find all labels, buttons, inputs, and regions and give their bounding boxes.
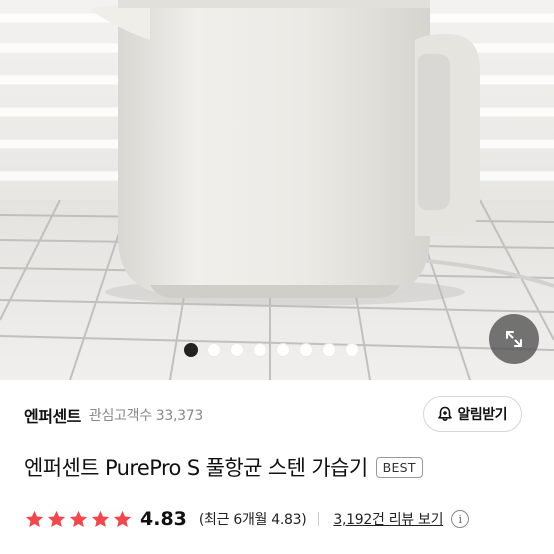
alarm-button[interactable]: 알림받기	[423, 396, 522, 432]
star-icon	[113, 510, 132, 527]
reviews-link[interactable]: 3,192건 리뷰 보기	[333, 509, 443, 529]
alarm-button-label: 알림받기	[457, 407, 507, 423]
followers-count: 33,373	[155, 408, 203, 424]
product-title: 엔퍼센트 PurePro S 풀항균 스텐 가습기	[24, 456, 368, 480]
info-icon[interactable]: i	[451, 510, 470, 528]
product-image[interactable]	[0, 0, 554, 380]
carousel-dot[interactable]	[322, 343, 336, 357]
kettle-photo	[0, 0, 554, 380]
star-icon	[69, 510, 88, 527]
expand-icon	[506, 331, 522, 347]
followers-info: 관심고객수 33,373	[89, 405, 203, 425]
carousel-dot[interactable]	[276, 343, 290, 357]
carousel-dot[interactable]	[345, 343, 359, 357]
recent-rating: (최근 6개월 4.83)	[198, 512, 307, 528]
followers-label: 관심고객수	[88, 408, 152, 424]
zoom-button[interactable]	[489, 314, 539, 364]
carousel-dot[interactable]	[299, 343, 313, 357]
star-icon	[47, 510, 66, 527]
brand-name[interactable]: 엔퍼센트	[24, 403, 81, 427]
brand-row: 엔퍼센트 관심고객수 33,373 알림받기	[24, 396, 538, 434]
carousel-dot[interactable]	[184, 343, 198, 357]
carousel-dot[interactable]	[230, 343, 244, 357]
star-icon	[91, 510, 110, 527]
carousel-dot[interactable]	[253, 343, 267, 357]
star-icon	[25, 510, 44, 527]
rating-score: 4.83	[140, 508, 187, 530]
rating-row: 4.83 (최근 6개월 4.83) 3,192건 리뷰 보기 i	[24, 506, 538, 532]
carousel-dot[interactable]	[207, 343, 221, 357]
title-row: 엔퍼센트 PurePro S 풀항균 스텐 가습기 BEST	[24, 452, 538, 482]
bell-plus-icon	[438, 406, 453, 421]
rating-stars	[24, 509, 133, 530]
carousel-dots	[184, 343, 359, 357]
best-badge: BEST	[375, 456, 423, 478]
divider	[318, 512, 320, 526]
